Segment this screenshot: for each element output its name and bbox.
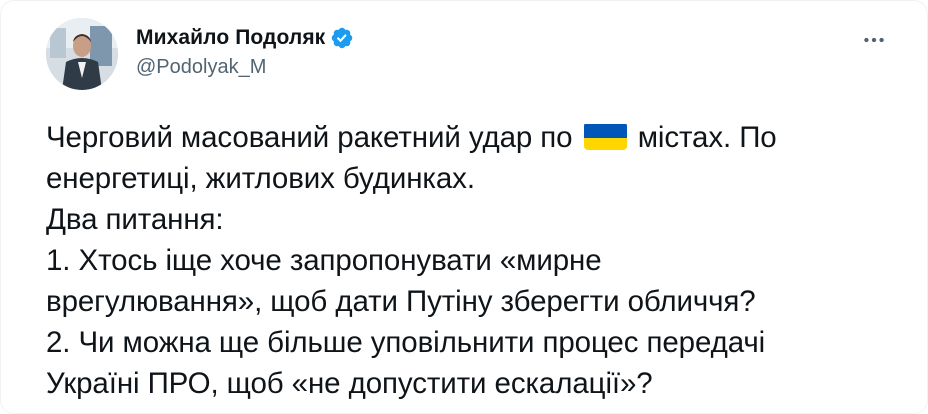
- author-handle[interactable]: @Podolyak_M: [136, 56, 266, 79]
- tweet-line-2: енергетиці, житлових будинках.: [46, 162, 475, 195]
- tweet-line-4: 1. Хтось іще хоче запропонувати «мирне: [46, 244, 602, 277]
- author-name-row: Михайло Подоляк: [136, 24, 354, 52]
- verified-badge-icon: [330, 26, 354, 50]
- tweet-line-6: 2. Чи можна ще більше уповільнити процес…: [46, 326, 766, 359]
- tweet-line-7: Україні ПРО, щоб «не допустити ескалації…: [46, 367, 653, 400]
- author-display-name[interactable]: Михайло Подоляк: [136, 26, 325, 50]
- tweet-line-1: Черговий масований ракетний удар по міст…: [46, 117, 906, 158]
- tweet-text: Черговий масований ракетний удар по міст…: [46, 117, 906, 404]
- tweet-line-3: Два питання:: [46, 203, 224, 236]
- ukraine-flag-icon: [583, 122, 627, 150]
- tweet-line-1-end: містах. По: [629, 121, 777, 154]
- tweet-card: Михайло Подоляк @Podolyak_M Черговий мас…: [0, 0, 928, 414]
- avatar[interactable]: [46, 18, 118, 90]
- tweet-line-1-start: Черговий масований ракетний удар по: [46, 121, 581, 154]
- avatar-photo: [46, 18, 118, 90]
- more-options-button[interactable]: [857, 23, 891, 57]
- more-dots-icon: [864, 37, 884, 43]
- tweet-line-5: врегулювання», щоб дати Путіну зберегти …: [46, 285, 756, 318]
